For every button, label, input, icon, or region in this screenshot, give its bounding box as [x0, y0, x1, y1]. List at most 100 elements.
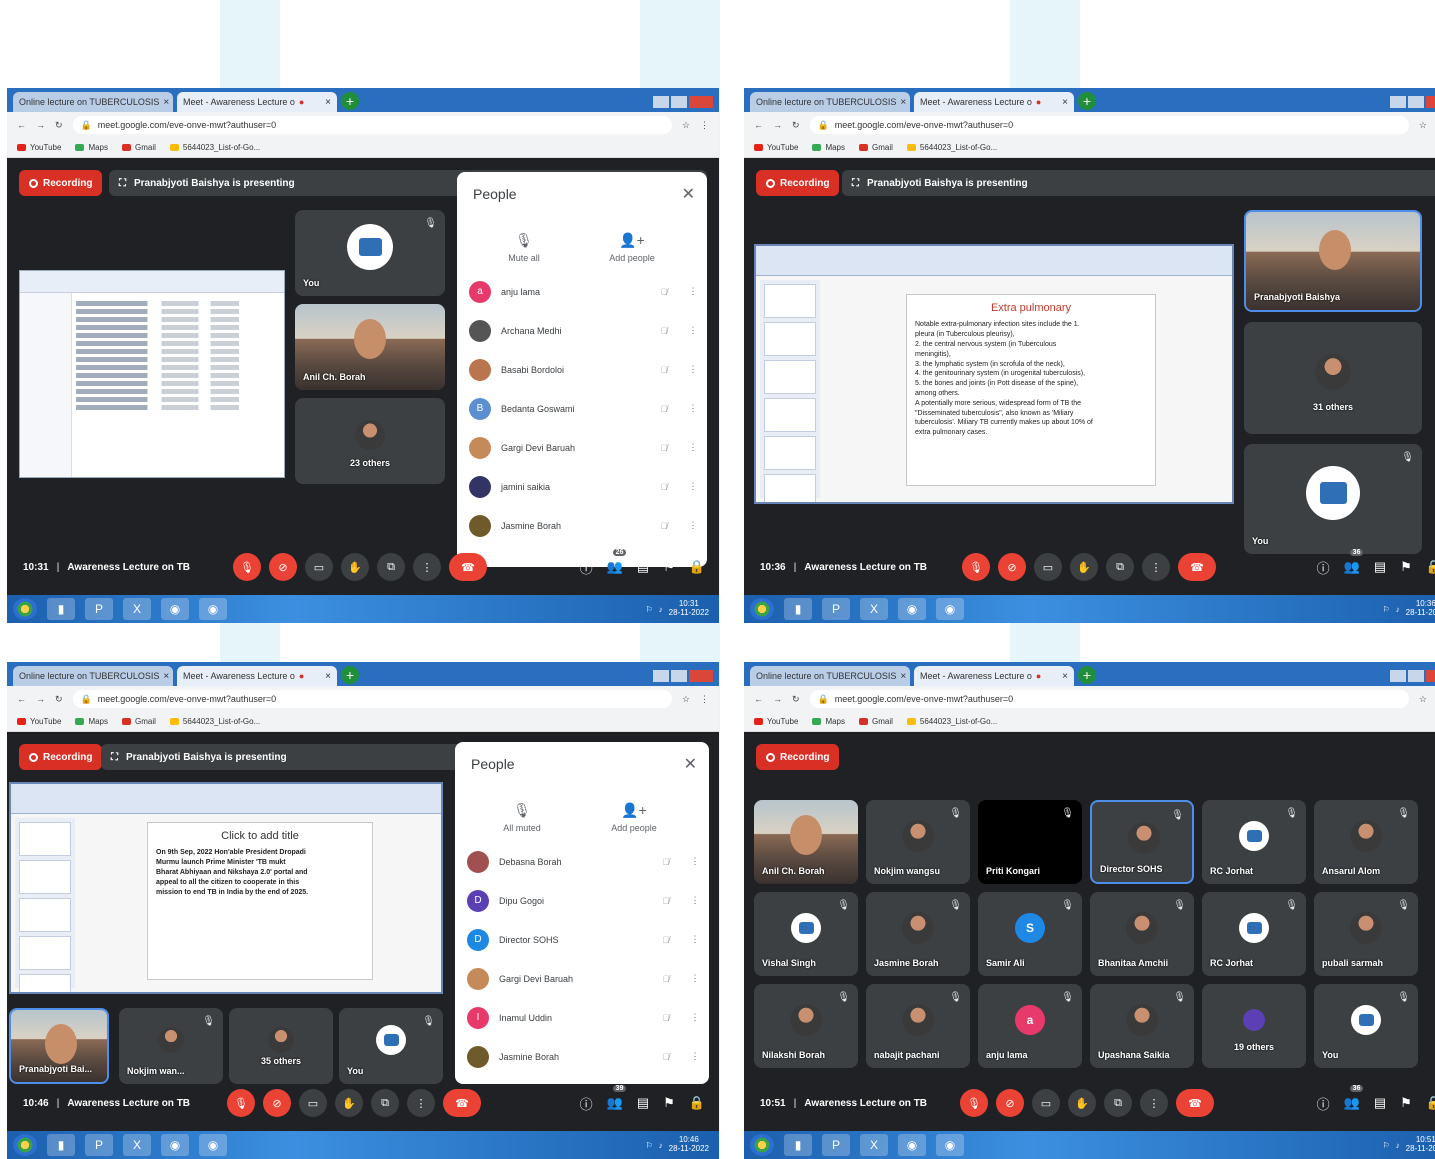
chrome-icon[interactable]: ◉	[161, 1134, 189, 1156]
participant-tile[interactable]: Anil Ch. Borah	[754, 800, 858, 884]
participant-row[interactable]: Basabi Bordoloi 🎙̸ ⋮	[469, 350, 699, 389]
raise-hand-icon[interactable]: ✋	[1070, 553, 1098, 581]
back-icon[interactable]: ←	[17, 694, 26, 704]
start-icon[interactable]	[13, 1134, 37, 1156]
activities-icon[interactable]: ⚑	[663, 1095, 675, 1111]
participant-tile[interactable]: 🎙 Nilakshi Borah	[754, 984, 858, 1068]
excel-icon[interactable]: X	[123, 598, 151, 620]
mic-off-icon[interactable]: 🎙̸	[653, 896, 679, 906]
more-options-icon[interactable]: ⋮	[689, 973, 701, 984]
more-options-icon[interactable]: ⋮	[687, 286, 699, 297]
volume-icon[interactable]: ♪	[659, 1141, 663, 1150]
bookmark-item[interactable]: 5644023_List-of-Go...	[169, 143, 260, 152]
chrome-icon[interactable]: ◉	[898, 598, 926, 620]
bookmark-item[interactable]: 5644023_List-of-Go...	[906, 717, 997, 726]
close-tab-icon[interactable]: ×	[1062, 671, 1068, 682]
participant-tile[interactable]: 🎙 Nokjim wangsu	[866, 800, 970, 884]
more-options-icon[interactable]: ⋮	[413, 553, 441, 581]
flag-icon[interactable]: ⚐	[1383, 1141, 1390, 1150]
bookmark-item[interactable]: 5644023_List-of-Go...	[169, 717, 260, 726]
more-options-icon[interactable]: ⋮	[689, 934, 701, 945]
end-call-icon[interactable]: ☎	[449, 553, 487, 581]
bookmark-item[interactable]: Gmail	[122, 143, 156, 152]
bookmark-item[interactable]: YouTube	[17, 143, 61, 152]
minimize-icon[interactable]	[653, 96, 669, 108]
more-options-icon[interactable]: ⋮	[687, 520, 699, 531]
window-close-icon[interactable]	[1426, 96, 1435, 108]
mic-off-icon[interactable]: 🎙̸	[653, 1013, 679, 1023]
raise-hand-icon[interactable]: ✋	[335, 1089, 363, 1117]
participant-tile[interactable]: 🎙 Bhanitaa Amchii	[1090, 892, 1194, 976]
more-options-icon[interactable]: ⋮	[1142, 553, 1170, 581]
mic-off-icon[interactable]: 🎙̸	[653, 1052, 679, 1062]
maximize-icon[interactable]	[1408, 96, 1424, 108]
info-icon[interactable]: ⓘ	[580, 558, 593, 577]
speaker-tile[interactable]: Anil Ch. Borah	[295, 304, 445, 390]
participant-tile[interactable]: 🎙 pubali sarmah	[1314, 892, 1418, 976]
bookmark-item[interactable]: 5644023_List-of-Go...	[906, 143, 997, 152]
bookmark-item[interactable]: YouTube	[754, 717, 798, 726]
bookmark-item[interactable]: Gmail	[122, 717, 156, 726]
end-call-icon[interactable]: ☎	[443, 1089, 481, 1117]
captions-icon[interactable]: ▭	[1034, 553, 1062, 581]
bookmark-star-icon[interactable]: ☆	[682, 694, 690, 705]
people-icon[interactable]: 👥 36	[1344, 549, 1364, 575]
minimize-icon[interactable]	[653, 670, 669, 682]
camera-off-icon[interactable]: ⊘	[263, 1089, 291, 1117]
flag-icon[interactable]: ⚐	[1383, 605, 1390, 614]
bookmark-item[interactable]: YouTube	[17, 717, 61, 726]
close-tab-icon[interactable]: ×	[1062, 97, 1068, 108]
back-icon[interactable]: ←	[754, 120, 763, 130]
participant-tile[interactable]: a 🎙 anju lama	[978, 984, 1082, 1068]
more-options-icon[interactable]: ⋮	[687, 325, 699, 336]
raise-hand-icon[interactable]: ✋	[1068, 1089, 1096, 1117]
chat-icon[interactable]: ▤	[637, 1095, 649, 1111]
activities-icon[interactable]: ⚑	[1400, 1095, 1412, 1111]
close-tab-icon[interactable]: ×	[900, 97, 906, 108]
participant-tile[interactable]: 19 others	[1202, 984, 1306, 1068]
start-icon[interactable]	[13, 598, 37, 620]
participant-row[interactable]: B Bedanta Goswami 🎙̸ ⋮	[469, 389, 699, 428]
folder-icon[interactable]: ▮	[784, 598, 812, 620]
chrome-icon[interactable]: ◉	[199, 598, 227, 620]
others-tile[interactable]: 35 others	[229, 1008, 333, 1084]
mute-all-button[interactable]: 🎙 All muted	[477, 802, 567, 833]
close-icon[interactable]: ✕	[684, 754, 697, 774]
captions-icon[interactable]: ▭	[305, 553, 333, 581]
close-icon[interactable]: ✕	[682, 184, 695, 204]
taskbar-clock[interactable]: 10:31 28-11-2022	[669, 599, 709, 618]
bookmark-item[interactable]: YouTube	[754, 143, 798, 152]
host-controls-icon[interactable]: 🔒	[1426, 1095, 1435, 1111]
camera-off-icon[interactable]: ⊘	[996, 1089, 1024, 1117]
mic-off-icon[interactable]: 🎙̸	[653, 974, 679, 984]
back-icon[interactable]: ←	[754, 694, 763, 704]
mute-all-button[interactable]: 🎙 Mute all	[479, 232, 569, 263]
address-bar[interactable]: 🔒 meet.google.com/eve-onve-mwt?authuser=0	[809, 116, 1409, 134]
new-tab-icon[interactable]: +	[341, 666, 359, 684]
bookmark-item[interactable]: Maps	[75, 717, 108, 726]
chat-icon[interactable]: ▤	[637, 559, 649, 575]
participant-tile[interactable]: 🎙 nabajit pachani	[866, 984, 970, 1068]
host-controls-icon[interactable]: 🔒	[1426, 559, 1435, 575]
window-close-icon[interactable]	[1426, 670, 1435, 682]
browser-tab-active[interactable]: Meet - Awareness Lecture o ● ×	[914, 666, 1074, 686]
participant-tile[interactable]: 🎙 Jasmine Borah	[866, 892, 970, 976]
taskbar-clock[interactable]: 10:3628-11-2022	[1406, 599, 1435, 618]
info-icon[interactable]: ⓘ	[1317, 558, 1330, 577]
reload-icon[interactable]: ↻	[55, 120, 63, 131]
info-icon[interactable]: ⓘ	[580, 1094, 593, 1113]
window-close-icon[interactable]	[689, 670, 713, 682]
chat-icon[interactable]: ▤	[1374, 1095, 1386, 1111]
mic-off-icon[interactable]: 🎙	[960, 1089, 988, 1117]
excel-icon[interactable]: X	[123, 1134, 151, 1156]
mic-off-icon[interactable]: 🎙̸	[651, 404, 677, 414]
mic-off-icon[interactable]: 🎙̸	[651, 482, 677, 492]
more-options-icon[interactable]: ⋮	[687, 481, 699, 492]
participant-tile[interactable]: 🎙 RC Jorhat	[1202, 892, 1306, 976]
address-bar[interactable]: 🔒 meet.google.com/eve-onve-mwt?authuser=0	[809, 690, 1409, 708]
bookmark-item[interactable]: Gmail	[859, 717, 893, 726]
folder-icon[interactable]: ▮	[47, 1134, 75, 1156]
camera-off-icon[interactable]: ⊘	[269, 553, 297, 581]
bookmark-item[interactable]: Maps	[812, 143, 845, 152]
forward-icon[interactable]: →	[36, 694, 45, 704]
